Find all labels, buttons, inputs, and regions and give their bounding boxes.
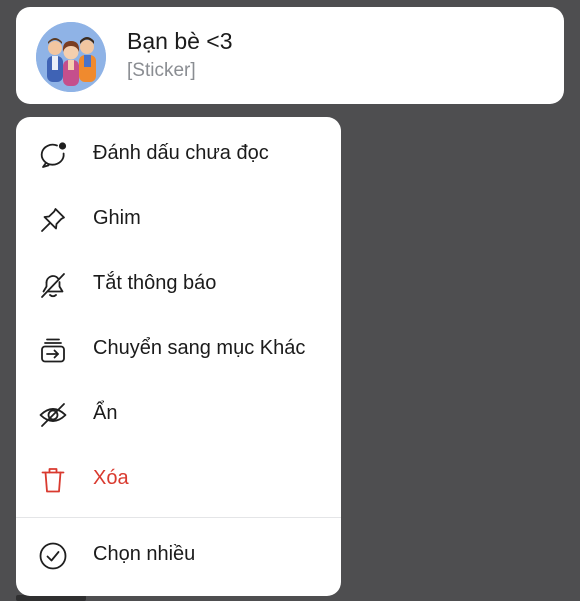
menu-item-label: Tắt thông báo <box>93 272 217 294</box>
menu-item-hide[interactable]: Ẩn <box>16 382 341 447</box>
menu-item-mute[interactable]: Tắt thông báo <box>16 252 341 317</box>
chat-preview-card[interactable]: Bạn bè <3 [Sticker] <box>16 7 564 104</box>
chat-name: Bạn bè <3 <box>127 28 233 54</box>
menu-item-label: Ghim <box>93 207 141 229</box>
menu-item-pin[interactable]: Ghim <box>16 187 341 252</box>
menu-item-label: Chọn nhiều <box>93 543 196 565</box>
pin-icon <box>37 204 69 236</box>
menu-item-mark-unread[interactable]: Đánh dấu chưa đọc <box>16 122 341 187</box>
menu-item-delete[interactable]: Xóa <box>16 447 341 512</box>
unread-bubble-icon <box>37 139 69 171</box>
avatar <box>36 22 106 92</box>
menu-item-label: Xóa <box>93 467 129 489</box>
menu-divider <box>16 517 341 518</box>
eye-off-icon <box>37 399 69 431</box>
menu-item-label: Chuyển sang mục Khác <box>93 337 306 359</box>
context-menu: Đánh dấu chưa đọc Ghim Tắt thông báo Chu… <box>16 117 341 596</box>
bell-off-icon <box>37 269 69 301</box>
menu-item-label: Đánh dấu chưa đọc <box>93 142 269 164</box>
menu-item-move-to-other[interactable]: Chuyển sang mục Khác <box>16 317 341 382</box>
menu-item-select-multiple[interactable]: Chọn nhiều <box>16 523 341 588</box>
check-circle-icon <box>37 540 69 572</box>
trash-icon <box>37 464 69 496</box>
move-to-other-icon <box>37 334 69 366</box>
chat-last-message: [Sticker] <box>127 60 196 81</box>
menu-item-label: Ẩn <box>93 402 118 424</box>
